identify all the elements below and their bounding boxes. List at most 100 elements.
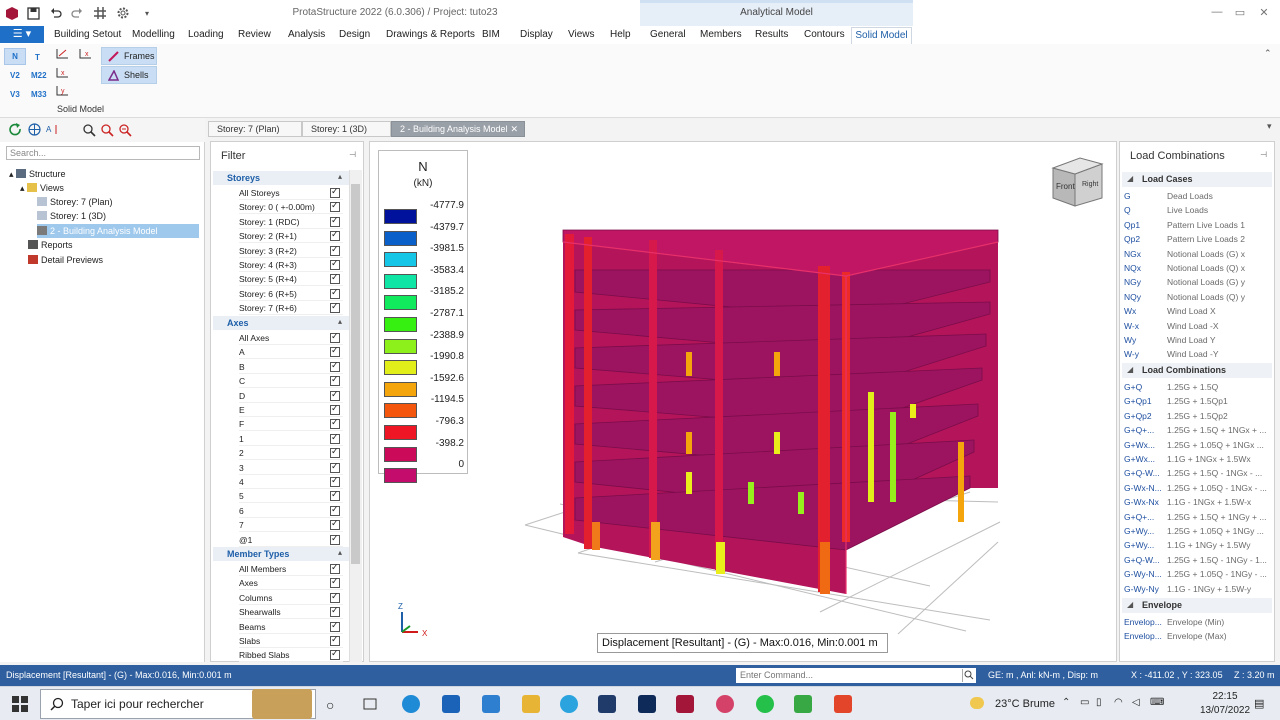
- load-row-load-combos[interactable]: G-Wy-N... 1.25G + 1.05Q - 1NGy - ...: [1124, 567, 1267, 581]
- filter-item-axes[interactable]: 6: [239, 504, 343, 518]
- tree-item-view-plan[interactable]: Storey: 7 (Plan): [37, 195, 113, 209]
- filter-checkbox[interactable]: [330, 461, 340, 473]
- load-row-load-cases[interactable]: Q Live Loads: [1124, 203, 1208, 217]
- filter-checkbox[interactable]: [330, 215, 340, 227]
- section-envelope[interactable]: Envelope: [1122, 598, 1272, 613]
- filter-item-axes[interactable]: A: [239, 345, 343, 360]
- load-row-load-cases[interactable]: W-y Wind Load -Y: [1124, 347, 1219, 361]
- load-row-load-cases[interactable]: Qp1 Pattern Live Loads 1: [1124, 218, 1245, 232]
- app-icon[interactable]: [716, 695, 734, 713]
- tab-loading[interactable]: Loading: [188, 29, 224, 40]
- load-row-load-combos[interactable]: G+Wy... 1.1G + 1NGy + 1.5Wy: [1124, 538, 1251, 552]
- filter-item-axes[interactable]: F: [239, 417, 343, 432]
- filter-item-storeys[interactable]: Storey: 1 (RDC): [239, 215, 343, 229]
- filter-checkbox[interactable]: [330, 591, 340, 603]
- filter-item-member-types[interactable]: Slabs: [239, 634, 343, 648]
- doc-tab-analysis-model[interactable]: 2 - Building Analysis Model ✕: [391, 121, 525, 137]
- filter-checkbox[interactable]: [330, 331, 340, 343]
- clock-date[interactable]: 13/07/2022: [1200, 705, 1250, 716]
- filter-checkbox[interactable]: [330, 648, 340, 661]
- task-view-icon[interactable]: [362, 696, 378, 715]
- filter-item-storeys[interactable]: Storey: 2 (R+1): [239, 229, 343, 244]
- filter-item-axes[interactable]: 3: [239, 461, 343, 475]
- filter-item-member-types[interactable]: Columns: [239, 591, 343, 605]
- filter-item-axes[interactable]: B: [239, 360, 343, 374]
- filter-checkbox[interactable]: [330, 489, 340, 502]
- filter-item-axes[interactable]: All Axes: [239, 331, 343, 345]
- doc-tab-plan[interactable]: Storey: 7 (Plan): [208, 121, 302, 137]
- zoom-in-icon[interactable]: [100, 123, 114, 140]
- filter-checkbox[interactable]: [330, 345, 340, 358]
- wifi-icon[interactable]: ◠: [1114, 697, 1123, 708]
- filter-checkbox[interactable]: [330, 504, 340, 516]
- filter-item-axes[interactable]: @1: [239, 533, 343, 547]
- filter-checkbox[interactable]: [330, 272, 340, 285]
- recorder-icon[interactable]: [834, 695, 852, 713]
- filter-item-storeys[interactable]: Storey: 3 (R+2): [239, 244, 343, 258]
- filter-checkbox[interactable]: [330, 200, 340, 213]
- load-row-load-combos[interactable]: G+Wx... 1.1G + 1NGx + 1.5Wx: [1124, 452, 1251, 466]
- filter-checkbox[interactable]: [330, 576, 340, 589]
- filter-item-axes[interactable]: E: [239, 403, 343, 417]
- ime-icon[interactable]: ⌨: [1150, 697, 1164, 708]
- close-icon[interactable]: ✕: [1257, 6, 1271, 19]
- filter-item-axes[interactable]: 2: [239, 446, 343, 461]
- explorer-search-input[interactable]: Search...: [6, 146, 200, 160]
- pin-icon[interactable]: ⊣: [1260, 150, 1267, 159]
- load-row-load-cases[interactable]: NQy Notional Loads (Q) y: [1124, 290, 1245, 304]
- load-row-load-combos[interactable]: G+Wx... 1.25G + 1.05Q + 1NGx ...: [1124, 438, 1264, 452]
- load-row-load-cases[interactable]: Qp2 Pattern Live Loads 2: [1124, 232, 1245, 246]
- doc-tab-3d[interactable]: Storey: 1 (3D): [302, 121, 391, 137]
- load-row-load-cases[interactable]: NGx Notional Loads (G) x: [1124, 247, 1245, 261]
- filter-section-storeys[interactable]: Storeys: [213, 171, 349, 185]
- notifications-icon[interactable]: ▤: [1254, 697, 1264, 710]
- mail-icon[interactable]: [482, 695, 500, 713]
- filter-checkbox[interactable]: [330, 389, 340, 401]
- filter-item-axes[interactable]: 1: [239, 432, 343, 446]
- store-icon[interactable]: [442, 695, 460, 713]
- filter-item-storeys[interactable]: Storey: 6 (R+5): [239, 287, 343, 301]
- load-row-load-cases[interactable]: W-x Wind Load -X: [1124, 319, 1219, 333]
- refresh-icon[interactable]: [9, 123, 22, 139]
- load-row-load-combos[interactable]: G+Qp2 1.25G + 1.5Qp2: [1124, 409, 1228, 423]
- load-row-envelope[interactable]: Envelop... Envelope (Max): [1124, 629, 1227, 643]
- tab-list-dropdown-icon[interactable]: ▾: [1267, 121, 1272, 132]
- building-model-canvas[interactable]: Front Right Z X: [370, 142, 1117, 662]
- cortana-icon[interactable]: ○: [326, 697, 334, 713]
- load-row-load-cases[interactable]: NQx Notional Loads (Q) x: [1124, 261, 1245, 275]
- filter-checkbox[interactable]: [330, 360, 340, 372]
- ribbon-collapse-icon[interactable]: ⌃: [1264, 48, 1272, 59]
- filter-section-axes[interactable]: Axes: [213, 316, 349, 330]
- collapse-caret-icon[interactable]: ◢: [1127, 365, 1133, 374]
- whatsapp-icon[interactable]: [756, 695, 774, 713]
- 3d-viewport[interactable]: Front Right Z X: [369, 141, 1117, 662]
- weather-text[interactable]: 23°C Brume: [995, 698, 1055, 710]
- filter-checkbox[interactable]: [330, 287, 340, 299]
- force-v2-button[interactable]: V2: [10, 71, 20, 80]
- axis-local-y-icon[interactable]: y: [55, 85, 69, 100]
- filter-item-axes[interactable]: D: [239, 389, 343, 403]
- filter-item-member-types[interactable]: All Members: [239, 562, 343, 576]
- restore-icon[interactable]: ▭: [1233, 6, 1247, 19]
- filter-checkbox[interactable]: [330, 562, 340, 574]
- zoom-out-icon[interactable]: [118, 123, 132, 140]
- tree-item-reports[interactable]: Reports: [28, 238, 73, 252]
- tree-item-views[interactable]: ▴ Views: [20, 181, 64, 195]
- filter-checkbox[interactable]: [330, 475, 340, 487]
- tree-item-structure[interactable]: ▴ Structure: [9, 167, 66, 181]
- collapse-caret-icon[interactable]: ◢: [1127, 174, 1133, 183]
- clock-time[interactable]: 22:15: [1200, 691, 1250, 702]
- command-search-icon[interactable]: [962, 669, 975, 682]
- filter-checkbox[interactable]: [330, 186, 340, 198]
- filter-item-axes[interactable]: C: [239, 374, 343, 389]
- section-load-cases[interactable]: Load Cases: [1122, 172, 1272, 187]
- camtasia-icon[interactable]: [794, 695, 812, 713]
- tab-views[interactable]: Views: [568, 29, 595, 40]
- collapse-caret-icon[interactable]: ▴: [338, 172, 342, 181]
- filter-checkbox[interactable]: [330, 244, 340, 256]
- tree-item-detail-previews[interactable]: Detail Previews: [28, 253, 103, 267]
- protastructure-icon[interactable]: [676, 695, 694, 713]
- telegram-icon[interactable]: [560, 695, 578, 713]
- filter-checkbox[interactable]: [330, 634, 340, 646]
- tab-help[interactable]: Help: [610, 29, 631, 40]
